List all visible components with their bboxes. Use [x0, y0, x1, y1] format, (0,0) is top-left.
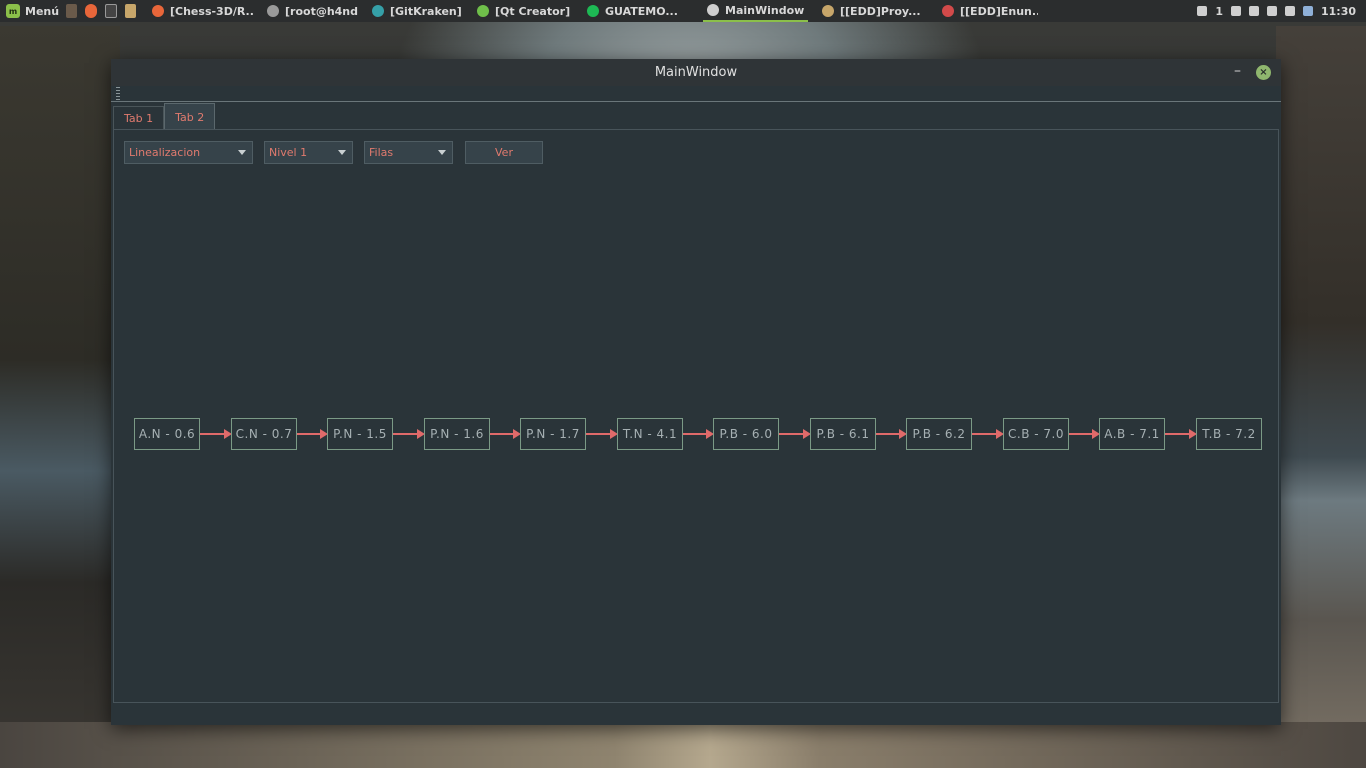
wallpaper-rock-left [0, 26, 120, 768]
taskbar-item-label: [root@h4nd... [285, 4, 358, 18]
gitkraken-icon [372, 5, 384, 17]
list-node: T.B - 7.2 [1196, 418, 1262, 450]
list-edge-arrow [586, 429, 618, 439]
mode-combobox-value: Linealizacion [129, 146, 201, 159]
terminal-icon[interactable] [104, 4, 117, 18]
taskbar-item[interactable]: [Qt Creator] [473, 0, 573, 22]
firefox-icon[interactable] [85, 4, 97, 18]
shield-icon[interactable] [1302, 6, 1313, 16]
tab-2[interactable]: Tab 2 [164, 103, 216, 130]
controls-row: Linealizacion Nivel 1 Filas Ver [124, 141, 543, 164]
list-edge-arrow [972, 429, 1004, 439]
toolbar [111, 86, 1281, 102]
taskbar-item-label: [[EDD]Enun... [960, 4, 1038, 18]
chevron-down-icon [338, 150, 346, 155]
level-combobox[interactable]: Nivel 1 [264, 141, 353, 164]
taskbar-item-label: GUATEMO... [605, 4, 678, 18]
menu-label: Menú [25, 4, 60, 18]
title-bar[interactable]: MainWindow – × [111, 59, 1281, 86]
files-icon[interactable] [124, 4, 136, 18]
list-node: A.N - 0.6 [134, 418, 200, 450]
taskbar-item-label: MainWindow [725, 3, 805, 17]
window-icon [707, 4, 719, 16]
main-window: MainWindow – × Tab 1 Tab 2 Linealizacion… [111, 59, 1281, 725]
taskbar-item[interactable]: [Chess-3D/R... [148, 0, 253, 22]
firefox-icon [152, 5, 164, 17]
folder-icon [822, 5, 834, 17]
top-panel: m Menú [Chess-3D/R... [root@h4nd... [GitKr… [0, 0, 1366, 22]
volume-icon[interactable] [1284, 6, 1295, 16]
show-desktop-icon[interactable] [66, 4, 78, 18]
taskbar-item[interactable]: [root@h4nd... [263, 0, 358, 22]
mode-combobox[interactable]: Linealizacion [124, 141, 253, 164]
close-icon[interactable]: × [1256, 65, 1271, 80]
minimize-icon[interactable]: – [1234, 63, 1241, 79]
list-edge-arrow [393, 429, 425, 439]
list-node: P.N - 1.6 [424, 418, 490, 450]
chevron-down-icon [238, 150, 246, 155]
list-edge-arrow [1165, 429, 1197, 439]
order-combobox-value: Filas [369, 146, 394, 159]
list-edge-arrow [876, 429, 907, 439]
mint-logo-icon: m [6, 4, 20, 18]
terminal-icon [267, 5, 279, 17]
taskbar-item-label: [Qt Creator] [495, 4, 571, 18]
user-icon[interactable] [1230, 6, 1241, 16]
quick-launcher [66, 4, 136, 18]
linked-list-graph: A.N - 0.6 C.N - 0.7 P.N - 1.5 P.N - 1.6 P.N … [134, 418, 1268, 450]
taskbar-item[interactable]: [[EDD]Enun... [938, 0, 1038, 22]
taskbar-item-label: [Chess-3D/R... [170, 4, 253, 18]
taskbar-item[interactable]: MainWindow [703, 0, 808, 22]
tab-2-content: Linealizacion Nivel 1 Filas Ver A.N - 0.… [113, 129, 1279, 703]
toolbar-grip-handle[interactable] [116, 87, 120, 100]
network-icon[interactable] [1248, 6, 1259, 16]
system-tray: 1 11:30 [1197, 0, 1356, 22]
list-edge-arrow [200, 429, 232, 439]
list-node: P.N - 1.7 [520, 418, 586, 450]
list-node: P.N - 1.5 [327, 418, 393, 450]
chevron-down-icon [438, 150, 446, 155]
list-node: C.B - 7.0 [1003, 418, 1069, 450]
list-edge-arrow [1069, 429, 1100, 439]
taskbar-item-label: [[EDD]Proy... [840, 4, 921, 18]
document-icon [942, 5, 954, 17]
list-node: P.B - 6.1 [810, 418, 876, 450]
clock[interactable]: 11:30 [1321, 5, 1356, 18]
chat-icon[interactable] [1197, 6, 1208, 16]
list-edge-arrow [490, 429, 521, 439]
list-node: T.N - 4.1 [617, 418, 683, 450]
list-node: P.B - 6.2 [906, 418, 972, 450]
spotify-icon [587, 5, 599, 17]
level-combobox-value: Nivel 1 [269, 146, 308, 159]
wallpaper-sand [0, 722, 1366, 768]
taskbar-item[interactable]: [GitKraken] [368, 0, 463, 22]
taskbar-item[interactable]: [[EDD]Proy... [818, 0, 928, 22]
taskbar: [Chess-3D/R... [root@h4nd... [GitKraken] [Q… [148, 0, 1038, 22]
list-node: C.N - 0.7 [231, 418, 297, 450]
sound-icon[interactable] [1266, 6, 1277, 16]
view-button[interactable]: Ver [465, 141, 543, 164]
tab-1[interactable]: Tab 1 [113, 106, 165, 130]
list-edge-arrow [683, 429, 714, 439]
wallpaper-rock-right [1276, 26, 1366, 768]
list-node: P.B - 6.0 [713, 418, 779, 450]
list-edge-arrow [297, 429, 328, 439]
list-node: A.B - 7.1 [1099, 418, 1165, 450]
taskbar-item[interactable]: GUATEMO... [583, 0, 693, 22]
order-combobox[interactable]: Filas [364, 141, 453, 164]
window-title: MainWindow [654, 65, 738, 80]
tab-bar: Tab 1 Tab 2 [113, 103, 216, 130]
list-edge-arrow [779, 429, 811, 439]
taskbar-item-label: [GitKraken] [390, 4, 462, 18]
notification-count: 1 [1215, 4, 1223, 18]
qt-creator-icon [477, 5, 489, 17]
